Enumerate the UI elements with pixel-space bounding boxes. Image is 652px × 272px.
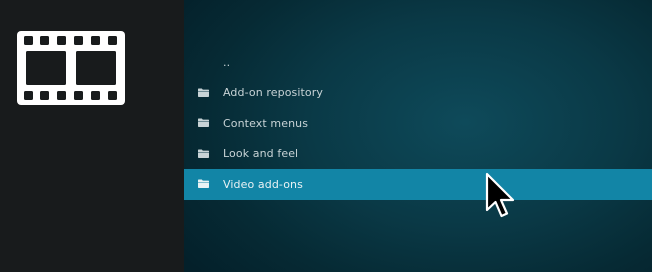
list-item-label: Video add-ons <box>223 177 303 191</box>
folder-icon <box>198 88 209 97</box>
list-item-context-menus[interactable]: Context menus <box>184 108 652 139</box>
list-item-label: Look and feel <box>223 147 299 161</box>
list-item-video-addons[interactable]: Video add-ons <box>184 169 652 200</box>
folder-icon <box>198 118 209 128</box>
list-item-label: .. <box>223 55 231 69</box>
mouse-pointer-icon <box>485 172 515 218</box>
list-item-label: Context menus <box>223 116 309 130</box>
list-item-label: Add-on repository <box>223 86 323 100</box>
list-item-parent-folder[interactable]: .. <box>184 47 652 78</box>
addon-list: .. Add-on repository Context menus Look … <box>184 47 652 200</box>
film-strip-icon <box>17 31 125 105</box>
content-panel: .. Add-on repository Context menus Look … <box>184 0 652 272</box>
sidebar <box>0 0 184 272</box>
folder-icon <box>198 179 209 189</box>
folder-icon <box>198 149 209 158</box>
list-item-addon-repository[interactable]: Add-on repository <box>184 78 652 109</box>
kodi-addon-browser: .. Add-on repository Context menus Look … <box>0 0 652 272</box>
list-item-look-and-feel[interactable]: Look and feel <box>184 139 652 170</box>
